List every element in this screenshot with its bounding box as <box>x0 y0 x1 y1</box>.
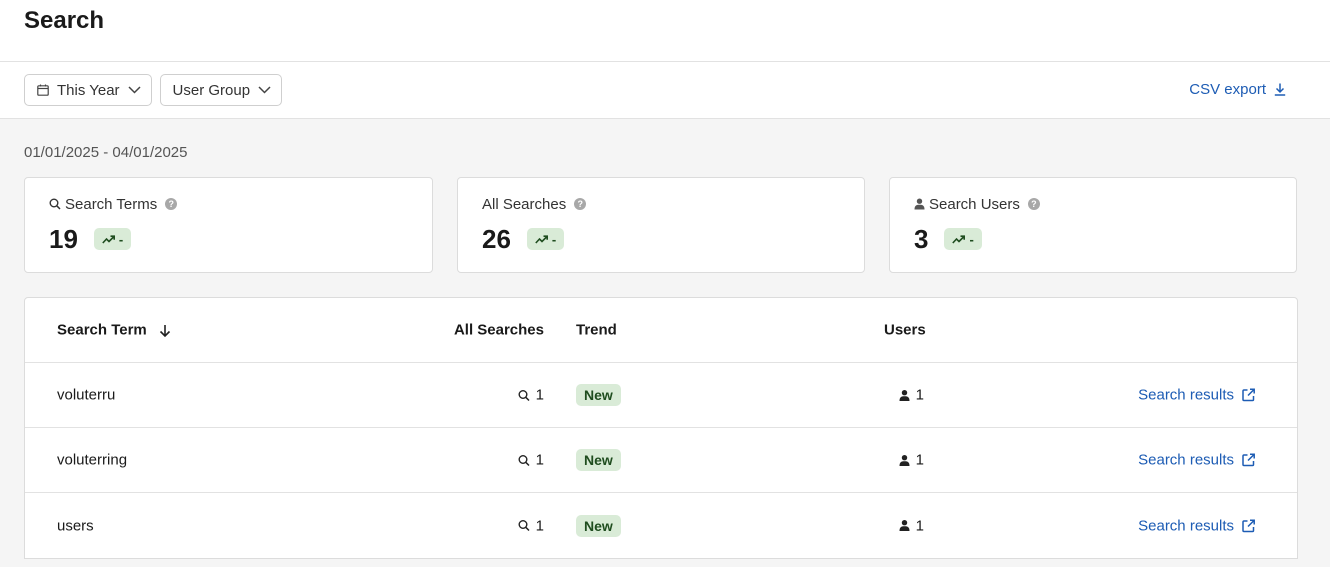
table-row: users 1 New 1 Search results <box>25 493 1297 558</box>
trend-badge: New <box>576 514 621 537</box>
arrow-down-icon <box>159 324 171 337</box>
search-count: 1 <box>518 452 544 469</box>
page-title: Search <box>24 7 105 34</box>
help-icon[interactable]: ? <box>165 198 178 210</box>
filter-toolbar: This Year User Group CSV export <box>0 62 1330 119</box>
search-icon <box>518 520 530 532</box>
user-icon <box>899 389 910 401</box>
chevron-down-icon <box>258 86 271 94</box>
column-header-trend[interactable]: Trend <box>576 322 617 339</box>
user-count-value: 1 <box>915 386 924 404</box>
date-range: 01/01/2025 - 04/01/2025 <box>24 144 188 161</box>
search-icon <box>518 454 530 466</box>
search-results-link[interactable]: Search results <box>1138 517 1255 534</box>
stat-cards: Search Terms ? 19 - All Searches ? 26 - … <box>24 177 1306 273</box>
search-count-value: 1 <box>535 386 544 404</box>
search-results-label: Search results <box>1138 386 1234 404</box>
search-results-label: Search results <box>1138 517 1234 534</box>
search-results-link[interactable]: Search results <box>1138 387 1255 404</box>
user-count-value: 1 <box>915 451 924 469</box>
table-row: voluterring 1 New 1 Search results <box>25 428 1297 493</box>
user-icon <box>914 198 925 210</box>
period-dropdown-label: This Year <box>57 81 120 99</box>
user-count: 1 <box>899 387 924 404</box>
table-header-row: Search Term All Searches Trend Users <box>25 298 1297 363</box>
search-count-value: 1 <box>535 451 544 469</box>
period-dropdown[interactable]: This Year <box>24 74 152 106</box>
trending-up-icon <box>535 234 548 244</box>
user-icon <box>899 520 910 532</box>
help-icon[interactable]: ? <box>1027 198 1040 210</box>
trend-value: - <box>118 231 124 247</box>
stat-card-value: 26 <box>482 224 511 254</box>
search-count: 1 <box>518 387 544 404</box>
trend-badge: New <box>576 384 621 406</box>
calendar-icon <box>37 84 49 96</box>
csv-export-label: CSV export <box>1189 81 1266 98</box>
stat-card-title: Search Users <box>929 195 1020 213</box>
external-link-icon <box>1242 388 1255 402</box>
table-row: voluterru 1 New 1 Search results <box>25 363 1297 428</box>
user-count-value: 1 <box>915 517 924 534</box>
column-header-term-label: Search Term <box>57 321 147 339</box>
user-group-dropdown[interactable]: User Group <box>159 74 283 106</box>
stat-card-title: All Searches <box>482 195 567 213</box>
stat-card-all-searches: All Searches ? 26 - <box>457 177 865 273</box>
download-icon <box>1274 83 1286 96</box>
help-icon[interactable]: ? <box>574 198 587 210</box>
user-group-dropdown-label: User Group <box>172 81 251 99</box>
search-count: 1 <box>518 517 544 534</box>
stat-card-search-users: Search Users ? 3 - <box>889 177 1297 273</box>
user-count: 1 <box>899 517 924 534</box>
search-results-link[interactable]: Search results <box>1138 452 1255 469</box>
main-content: 01/01/2025 - 04/01/2025 Search Terms ? 1… <box>0 144 1330 559</box>
trend-badge: - <box>944 228 982 250</box>
stat-card-value: 3 <box>914 224 929 254</box>
trend-value: - <box>969 231 974 247</box>
page-header: Search <box>0 0 1330 62</box>
search-results-label: Search results <box>1138 451 1234 469</box>
trend-badge: New <box>576 449 621 471</box>
external-link-icon <box>1242 519 1255 532</box>
search-term: users <box>57 517 94 534</box>
trending-up-icon <box>102 234 115 244</box>
user-icon <box>899 454 910 466</box>
stat-card-title: Search Terms <box>65 195 158 213</box>
trend-badge: - <box>526 228 565 250</box>
chevron-down-icon <box>128 86 141 94</box>
column-header-users[interactable]: Users <box>884 322 926 339</box>
user-count: 1 <box>899 452 924 469</box>
trending-up-icon <box>952 234 966 244</box>
trend-badge: - <box>93 228 132 250</box>
column-header-all-searches[interactable]: All Searches <box>454 322 544 339</box>
column-header-term[interactable]: Search Term <box>57 322 171 339</box>
external-link-icon <box>1242 453 1255 467</box>
search-terms-table: Search Term All Searches Trend Users vol… <box>24 297 1298 559</box>
search-icon <box>49 198 61 210</box>
search-term: voluterring <box>57 451 128 469</box>
search-term: voluterru <box>57 386 116 404</box>
csv-export-button[interactable]: CSV export <box>1189 81 1286 98</box>
stat-card-value: 19 <box>49 224 78 254</box>
search-count-value: 1 <box>535 517 544 534</box>
stat-card-search-terms: Search Terms ? 19 - <box>24 177 433 273</box>
trend-value: - <box>551 231 557 247</box>
search-icon <box>518 389 530 401</box>
